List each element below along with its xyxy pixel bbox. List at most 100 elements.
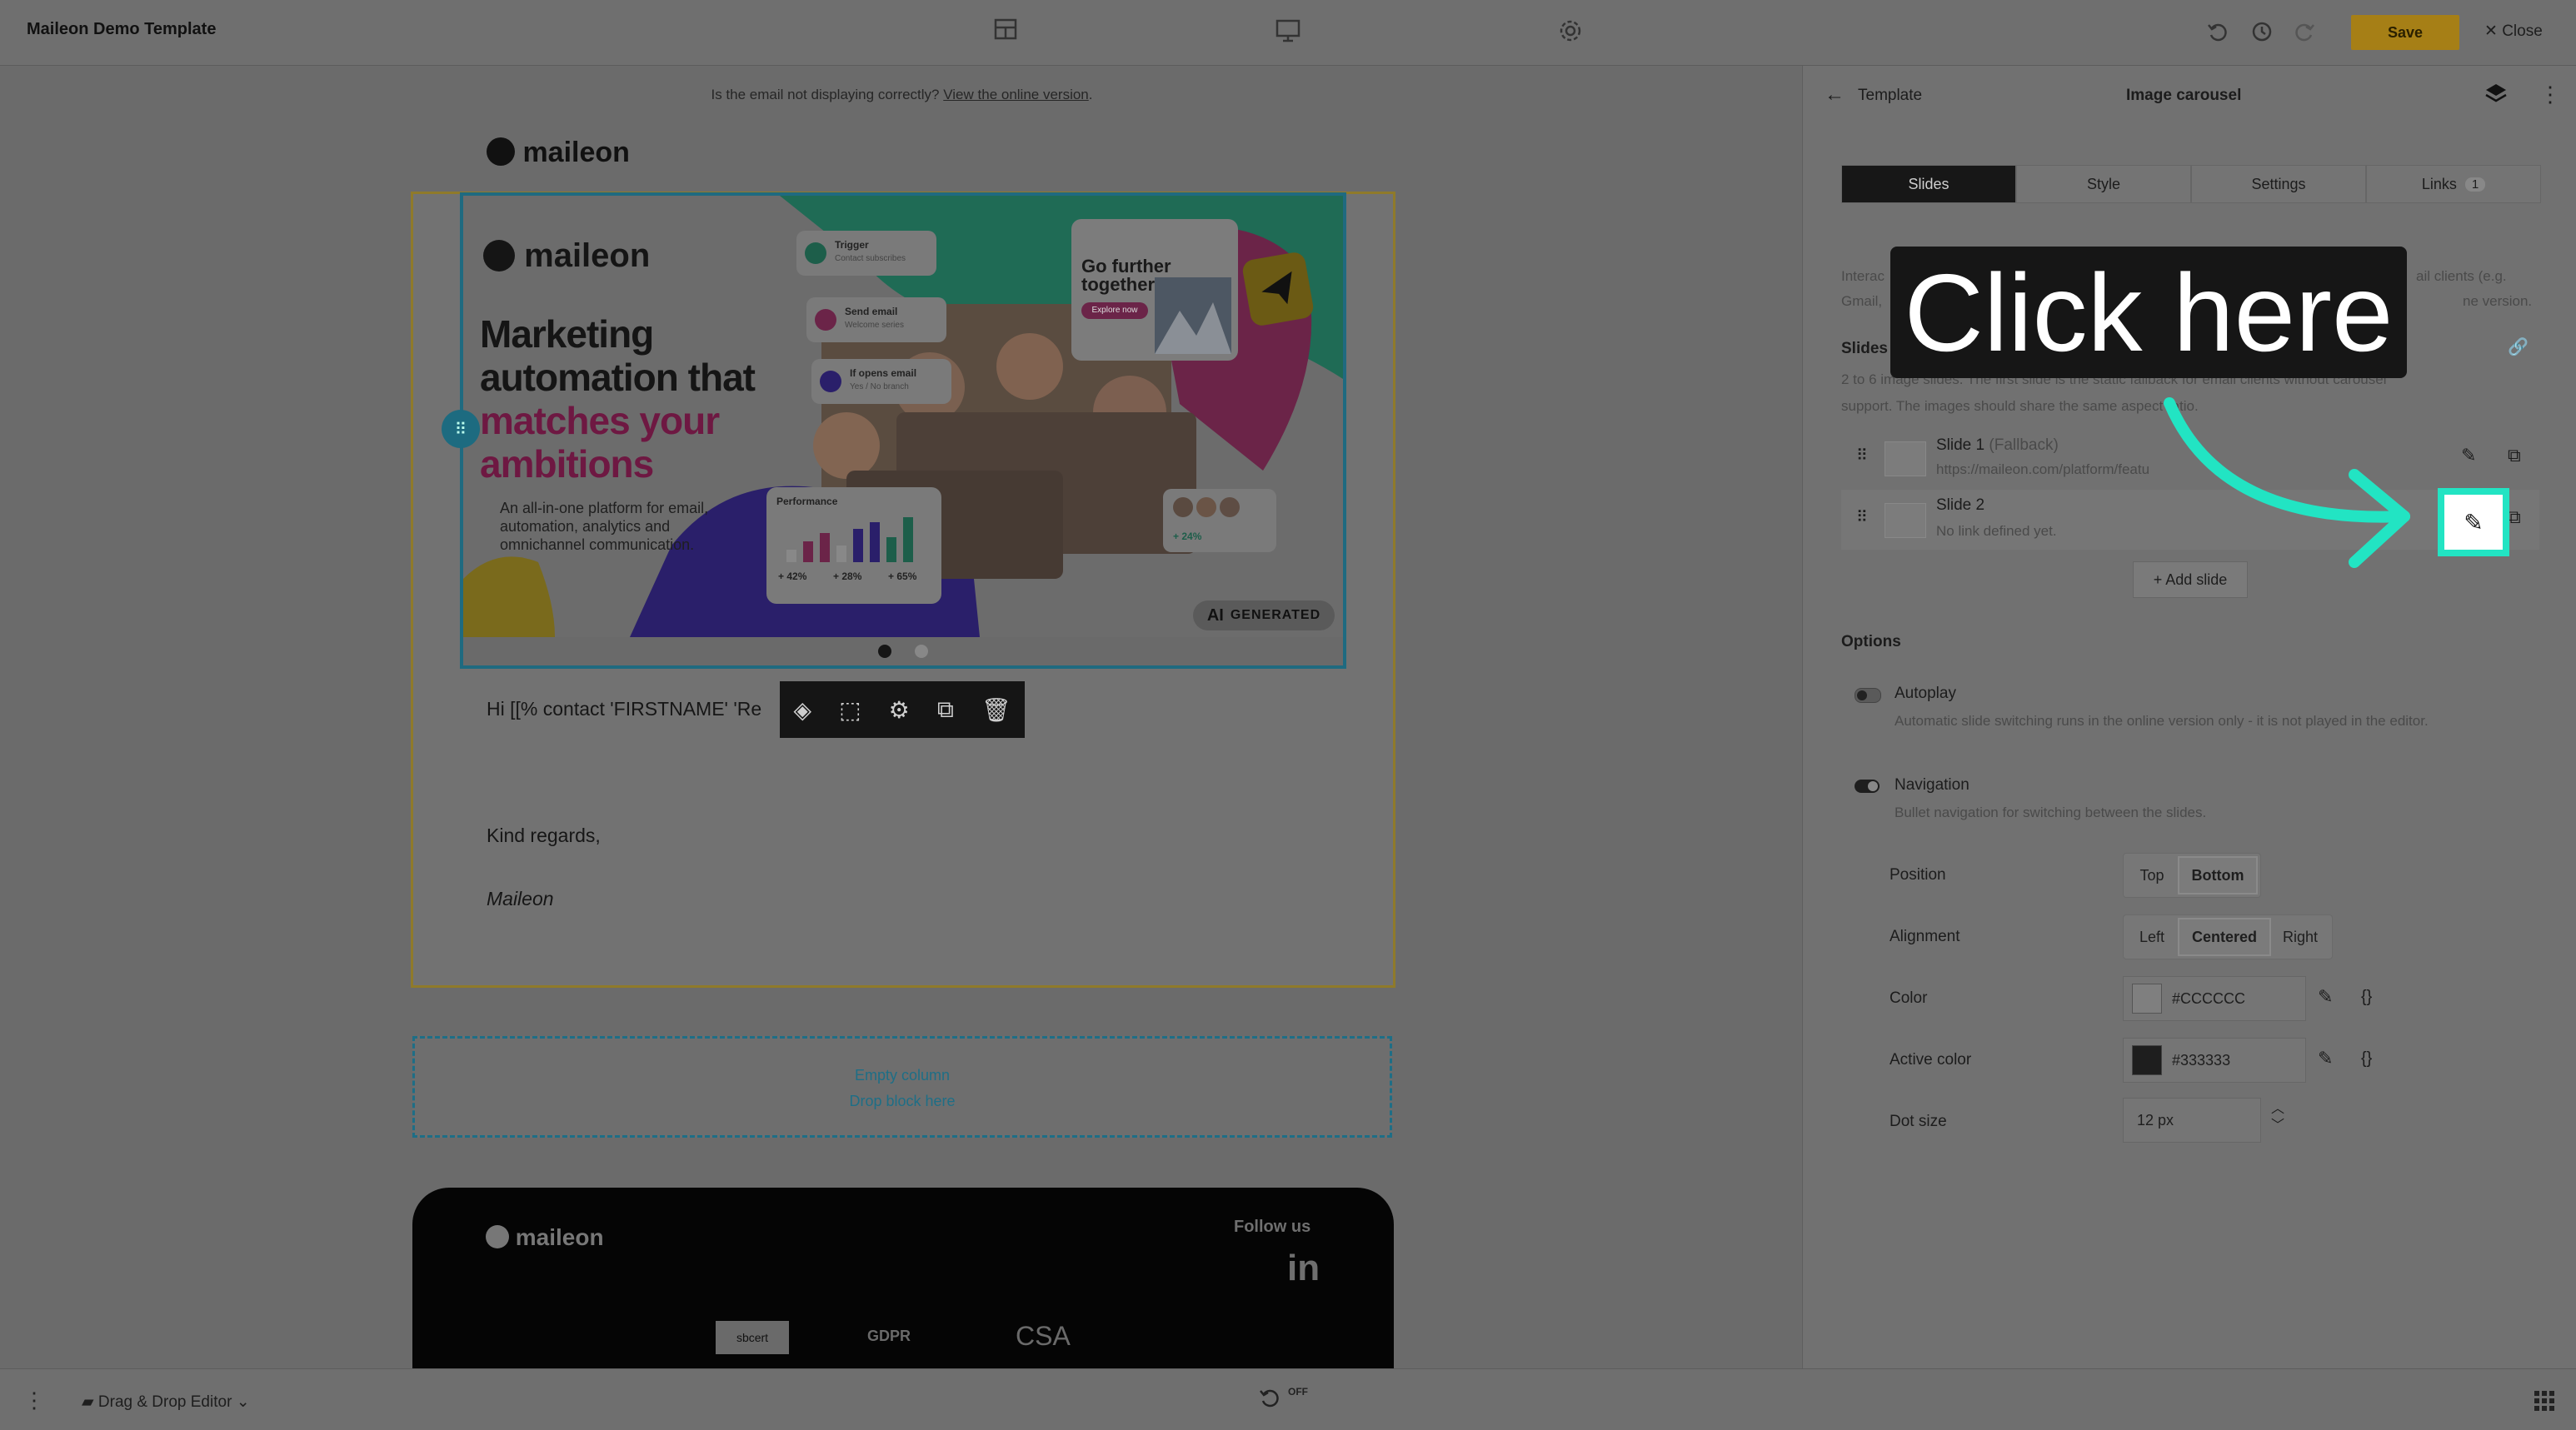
drop-block-label: Drop block here [849, 1093, 956, 1109]
drag-grip-icon[interactable]: ⠿ [1856, 508, 1868, 527]
intro-text-1: Interac [1841, 268, 1885, 284]
alignment-right-option[interactable]: Right [2271, 918, 2329, 956]
layers-icon[interactable]: ◈ [794, 696, 812, 724]
slide-name: Slide 1 (Fallback) [1936, 436, 2059, 454]
back-arrow-icon[interactable]: ← [1825, 83, 1845, 107]
history-icon[interactable] [2250, 20, 2274, 47]
stepper-down-icon[interactable]: ﹀ [2271, 1118, 2284, 1134]
alignment-left-option[interactable]: Left [2126, 918, 2178, 956]
carousel-dot-active[interactable] [878, 645, 891, 658]
footer-logo: maileon [486, 1224, 604, 1251]
color-swatch[interactable] [2132, 984, 2162, 1014]
links-count-badge: 1 [2464, 177, 2486, 192]
ai-generated-badge: AI GENERATED [1193, 600, 1335, 630]
closing-text: Kind regards, [487, 825, 601, 846]
delete-icon[interactable]: 🗑 [981, 696, 1011, 724]
bottom-bar [0, 1368, 2576, 1430]
carousel-dot[interactable] [915, 645, 928, 658]
trigger-card: Trigger Contact subscribes [796, 231, 936, 276]
intro-text-1b: ail clients (e.g. [2416, 268, 2507, 284]
slide-link: No link defined yet. [1936, 523, 2057, 539]
click-here-tooltip: Click here [1890, 247, 2407, 378]
pencil-icon: ✎ [2464, 509, 2484, 536]
drag-handle-icon[interactable]: ⠿ [442, 410, 480, 448]
autosave-toggle[interactable]: OFF [1258, 1386, 1308, 1415]
maileon-logo-icon [487, 137, 515, 166]
position-bottom-option[interactable]: Bottom [2178, 856, 2258, 894]
dot-size-stepper[interactable]: ︿ ﹀ [2271, 1101, 2284, 1134]
drag-grip-icon[interactable]: ⠿ [1856, 446, 1868, 466]
hero-headline: Marketing automation that matches your a… [480, 312, 756, 486]
block-settings-icon[interactable]: ⚙ [889, 696, 910, 724]
tab-style[interactable]: Style [2016, 165, 2191, 203]
alignment-label: Alignment [1890, 928, 1960, 945]
image-carousel[interactable]: maileon Marketing automation that matche… [460, 192, 1346, 669]
color-input[interactable]: #CCCCCC [2123, 976, 2306, 1021]
tab-slides[interactable]: Slides [1841, 165, 2016, 203]
autoplay-label: Autoplay [1895, 685, 1956, 702]
alignment-selector: Left Centered Right [2123, 914, 2333, 959]
position-label: Position [1890, 866, 1946, 884]
position-top-option[interactable]: Top [2126, 856, 2178, 894]
slides-description-2: support. The images should share the sam… [1841, 398, 2199, 414]
active-color-swatch[interactable] [2132, 1045, 2162, 1075]
csa-badge: CSA [1016, 1321, 1071, 1351]
settings-icon[interactable] [1558, 18, 1583, 50]
panel-title: Image carousel [2126, 87, 2242, 104]
close-icon: ✕ [2484, 22, 2503, 40]
slide-thumbnail [1885, 503, 1926, 538]
intro-text-2b: ne version. [2463, 293, 2533, 309]
navigation-toggle[interactable] [1855, 780, 1880, 793]
empty-column-label: Empty column [854, 1067, 951, 1084]
tab-links[interactable]: Links 1 [2366, 165, 2541, 203]
slide-thumbnail [1885, 441, 1926, 476]
undo-icon[interactable] [2206, 20, 2229, 47]
close-button[interactable]: ✕ Close [2484, 22, 2543, 41]
variable-braces-icon[interactable]: {} [2361, 1049, 2372, 1069]
linkedin-icon[interactable]: in [1287, 1248, 1320, 1289]
panel-more-icon[interactable]: ⋮ [2539, 82, 2561, 107]
duplicate-icon[interactable]: ⧉ [937, 696, 954, 724]
desktop-icon[interactable] [1275, 18, 1301, 50]
autoplay-description: Automatic slide switching runs in the on… [1895, 713, 2429, 729]
eyedropper-icon[interactable]: ✎ [2318, 986, 2333, 1008]
more-vertical-icon[interactable]: ⋮ [23, 1388, 45, 1413]
send-icon [1241, 251, 1315, 327]
duplicate-slide-icon[interactable]: ⧉ [2508, 506, 2521, 528]
select-parent-icon[interactable]: ⬚ [839, 696, 861, 724]
stepper-up-icon[interactable]: ︿ [2271, 1101, 2284, 1118]
signature-text: Maileon [487, 888, 554, 909]
alignment-centered-option[interactable]: Centered [2178, 918, 2271, 956]
chevron-down-icon: ⌄ [236, 1393, 250, 1411]
duplicate-slide-icon[interactable]: ⧉ [2508, 445, 2521, 466]
app-title: Maileon Demo Template [27, 20, 217, 38]
performance-card: Performance + 42% + 28% + 65% [766, 487, 941, 604]
sbcert-badge: sbcert [716, 1321, 789, 1354]
back-to-template[interactable]: Template [1858, 87, 1922, 105]
slide-link: https://maileon.com/platform/featu [1936, 461, 2150, 477]
redo-icon[interactable] [2293, 20, 2316, 47]
grid-icon[interactable] [2533, 1389, 2556, 1417]
dot-size-input[interactable]: 12 px [2123, 1098, 2261, 1143]
edit-slide-2-button[interactable]: ✎ [2438, 488, 2509, 556]
audience-card: + 24% [1163, 489, 1276, 552]
editor-mode-icon: ▰ [82, 1393, 98, 1411]
online-version-link[interactable]: View the online version [943, 87, 1089, 102]
link-icon[interactable]: 🔗 [2508, 336, 2529, 357]
promo-card: Go further together Explore now [1071, 219, 1238, 361]
save-button[interactable]: Save [2351, 15, 2459, 50]
hero-brand: maileon [483, 237, 650, 275]
autoplay-toggle[interactable] [1855, 688, 1881, 703]
variable-braces-icon[interactable]: {} [2361, 988, 2372, 1007]
tab-settings[interactable]: Settings [2191, 165, 2366, 203]
eyedropper-icon[interactable]: ✎ [2318, 1048, 2333, 1069]
editor-mode-dropdown[interactable]: ▰ Drag & Drop Editor ⌄ [82, 1393, 250, 1412]
hero-logo-icon [483, 240, 515, 272]
edit-slide-icon[interactable]: ✎ [2461, 445, 2476, 466]
navigation-label: Navigation [1895, 776, 1969, 794]
empty-column-dropzone[interactable]: Empty column Drop block here [412, 1036, 1392, 1138]
options-heading: Options [1841, 633, 1901, 650]
layout-icon[interactable] [993, 17, 1018, 48]
layers-panel-icon[interactable] [2484, 82, 2508, 109]
active-color-input[interactable]: #333333 [2123, 1038, 2306, 1083]
